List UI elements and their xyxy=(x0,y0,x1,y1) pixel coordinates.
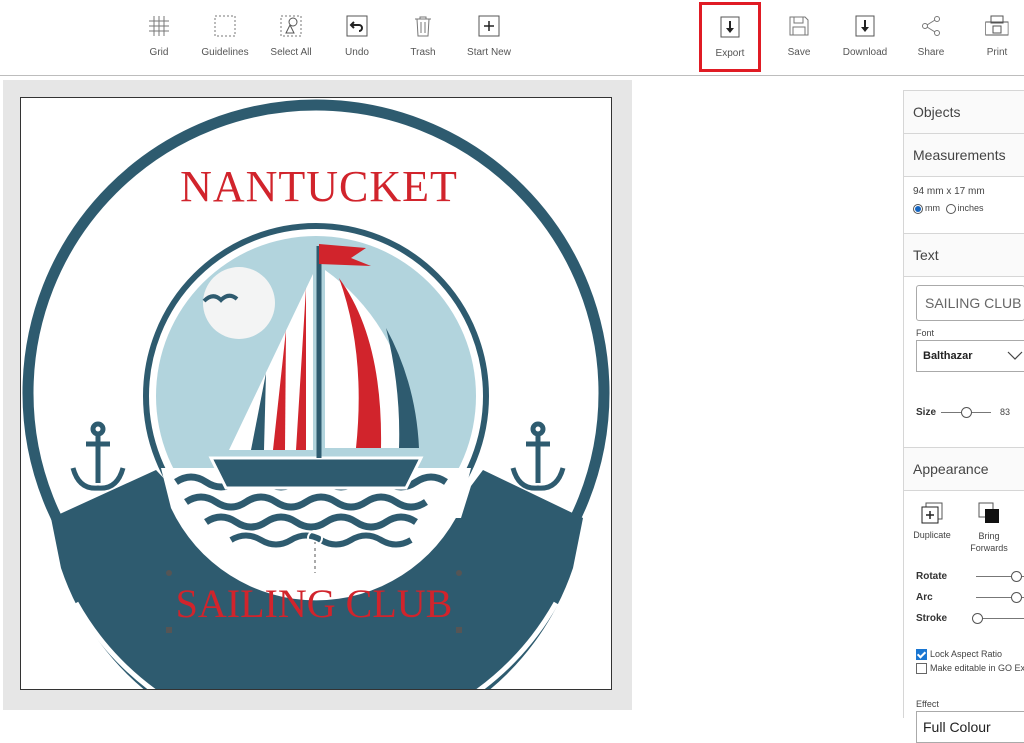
unit-mm-radio[interactable] xyxy=(913,203,923,214)
lock-aspect-checkbox[interactable] xyxy=(916,649,927,661)
start-new-button[interactable]: Start New xyxy=(459,8,519,66)
unit-inches-label: inches xyxy=(957,203,984,213)
badge-design: NANTUCKET SAILING CLUB xyxy=(22,99,610,689)
select-all-icon xyxy=(280,15,302,37)
unit-inches-radio[interactable] xyxy=(945,203,956,214)
grid-label: Grid xyxy=(149,47,169,58)
trash-button[interactable]: Trash xyxy=(393,8,453,66)
save-label: Save xyxy=(787,47,811,58)
print-button[interactable]: Print xyxy=(967,8,1024,66)
text-input[interactable]: SAILING CLUB xyxy=(916,285,1024,321)
make-editable-checkbox[interactable] xyxy=(916,663,927,675)
size-row: Size xyxy=(916,407,936,418)
arc-label: Arc xyxy=(916,592,933,603)
guidelines-icon xyxy=(214,15,236,37)
trash-icon xyxy=(415,16,431,37)
font-select[interactable]: Balthazar xyxy=(916,340,1024,372)
grid-icon xyxy=(149,16,169,36)
select-all-label: Select All xyxy=(270,47,312,58)
start-new-label: Start New xyxy=(467,47,511,58)
share-button[interactable]: Share xyxy=(901,8,961,66)
plus-icon xyxy=(478,15,500,37)
title-text[interactable]: NANTUCKET xyxy=(180,162,458,211)
download-icon xyxy=(855,15,875,37)
text-section-header[interactable]: Text xyxy=(904,233,1024,277)
properties-panel: Objects Measurements 94 mm x 17 mm mm in… xyxy=(903,90,1024,743)
text-section-body: SAILING CLUB Font Balthazar Size 83 xyxy=(904,285,1024,447)
undo-label: Undo xyxy=(345,47,369,58)
canvas-area: NANTUCKET SAILING CLUB xyxy=(3,80,632,710)
resize-handle[interactable] xyxy=(456,570,462,576)
export-icon xyxy=(720,16,740,38)
guidelines-label: Guidelines xyxy=(201,47,249,58)
top-toolbar: Grid Guidelines Select All Undo Trash St… xyxy=(0,0,1024,76)
unit-mm-label: mm xyxy=(925,203,940,213)
appearance-section-body: Duplicate Bring Forwards Rotate Arc Strok… xyxy=(904,491,1024,743)
effect-label: Effect xyxy=(916,699,939,709)
download-label: Download xyxy=(842,47,888,58)
save-button[interactable]: Save xyxy=(769,8,829,66)
guidelines-button[interactable]: Guidelines xyxy=(195,8,255,66)
grid-button[interactable]: Grid xyxy=(129,8,189,66)
measurements-body: 94 mm x 17 mm mm inches xyxy=(904,177,1024,233)
unit-selector: mm inches xyxy=(904,197,1024,214)
arc-slider-thumb[interactable] xyxy=(1011,592,1022,603)
effect-select[interactable]: Full Colour xyxy=(916,711,1024,743)
export-label: Export xyxy=(715,48,745,59)
duplicate-label: Duplicate xyxy=(913,530,951,540)
resize-handle[interactable] xyxy=(166,570,172,576)
appearance-section-header[interactable]: Appearance xyxy=(904,447,1024,491)
duplicate-icon xyxy=(921,502,943,524)
undo-icon xyxy=(346,15,368,37)
size-value: 83 xyxy=(1000,407,1011,417)
undo-button[interactable]: Undo xyxy=(327,8,387,66)
resize-handle[interactable] xyxy=(456,627,462,633)
font-label: Font xyxy=(916,328,935,338)
resize-handle[interactable] xyxy=(166,627,172,633)
stroke-slider-track[interactable] xyxy=(976,618,1024,619)
bring-forwards-label: Bring Forwards xyxy=(970,531,1008,553)
dimensions-readout: 94 mm x 17 mm xyxy=(913,186,985,197)
objects-section-header[interactable]: Objects xyxy=(904,90,1024,134)
size-label: Size xyxy=(916,407,937,418)
select-all-button[interactable]: Select All xyxy=(261,8,321,66)
printer-icon xyxy=(985,15,1009,36)
export-button[interactable]: Export xyxy=(699,2,761,72)
stroke-label: Stroke xyxy=(916,613,948,624)
make-editable-label: Make editable in GO Ex xyxy=(930,663,1024,673)
make-editable-row[interactable]: Make editable in GO Ex xyxy=(916,663,1024,675)
rotate-label: Rotate xyxy=(916,571,948,582)
share-icon xyxy=(922,16,940,36)
bring-forwards-button[interactable]: Bring Forwards xyxy=(966,501,1012,554)
trash-label: Trash xyxy=(410,47,436,58)
measurements-section-header[interactable]: Measurements xyxy=(904,134,1024,177)
download-button[interactable]: Download xyxy=(835,8,895,66)
size-slider-thumb[interactable] xyxy=(961,407,972,418)
artboard[interactable]: NANTUCKET SAILING CLUB xyxy=(20,97,612,690)
lock-aspect-label: Lock Aspect Ratio xyxy=(930,649,1003,659)
lock-aspect-row[interactable]: Lock Aspect Ratio xyxy=(916,649,1003,661)
stroke-slider-thumb[interactable] xyxy=(972,613,983,624)
chevron-down-icon xyxy=(1007,351,1023,360)
duplicate-button[interactable]: Duplicate xyxy=(911,501,953,540)
font-select-value: Balthazar xyxy=(923,350,973,362)
rotate-slider-thumb[interactable] xyxy=(1011,571,1022,582)
subtitle-text[interactable]: SAILING CLUB xyxy=(176,581,453,626)
print-label: Print xyxy=(986,47,1008,58)
share-label: Share xyxy=(917,47,945,58)
bring-forwards-icon xyxy=(978,502,999,523)
sun xyxy=(203,267,275,339)
save-icon xyxy=(789,16,809,36)
